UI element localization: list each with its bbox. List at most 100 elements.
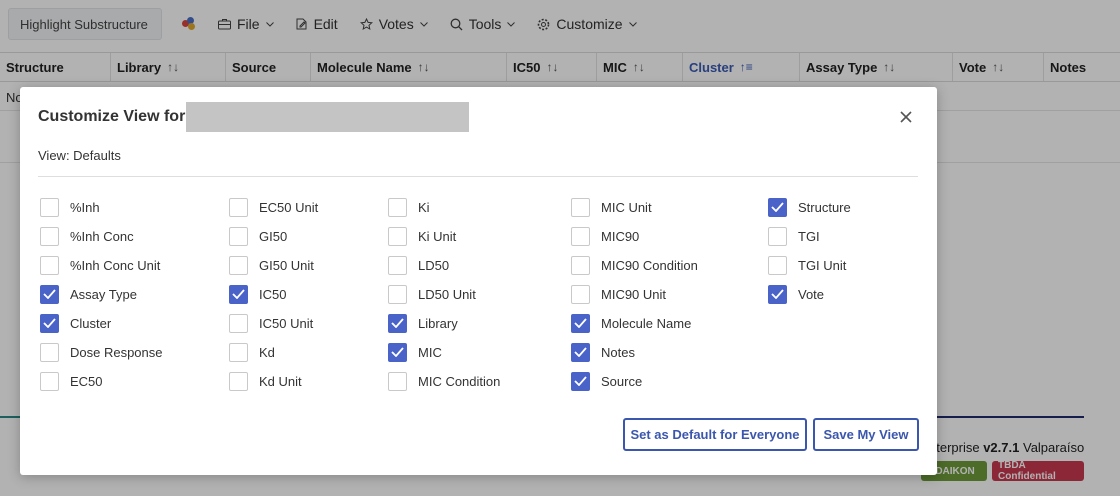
column-option[interactable]: LD50 [388,255,449,275]
column-option-label: LD50 Unit [418,286,476,302]
column-option[interactable]: GI50 [229,226,287,246]
column-option-label: LD50 [418,257,450,273]
checkbox[interactable] [229,342,248,362]
check-icon [43,289,56,299]
check-icon [771,289,784,299]
checkbox[interactable] [768,226,787,246]
checkbox[interactable] [571,226,590,246]
column-option-label: MIC90 Condition [601,257,698,273]
column-option-label: %Inh Conc Unit [70,257,161,273]
column-option[interactable]: Source [571,371,642,391]
checkbox[interactable] [768,284,787,304]
column-option-label: Library [418,315,458,331]
checkbox[interactable] [229,284,248,304]
column-option[interactable]: EC50 [40,371,103,391]
set-default-button[interactable]: Set as Default for Everyone [623,418,807,451]
column-option-label: MIC90 Unit [601,286,667,302]
checkbox[interactable] [40,342,59,362]
check-icon [574,376,587,386]
column-option[interactable]: IC50 Unit [229,313,313,333]
column-option-label: MIC90 [601,228,640,244]
checkbox[interactable] [388,255,407,275]
column-option-label: IC50 Unit [259,315,314,331]
column-option-label: GI50 [259,228,288,244]
column-option[interactable]: MIC90 Unit [571,284,666,304]
check-icon [574,318,587,328]
column-option-label: MIC [418,344,442,360]
check-icon [391,347,404,357]
column-option[interactable]: Cluster [40,313,111,333]
column-option[interactable]: MIC90 [571,226,639,246]
column-option[interactable]: TGI Unit [768,255,846,275]
checkbox[interactable] [388,342,407,362]
close-button[interactable] [898,109,914,125]
column-option-label: MIC Condition [418,373,501,389]
checkbox[interactable] [229,197,248,217]
checkbox[interactable] [571,197,590,217]
column-option[interactable]: MIC90 Condition [571,255,698,275]
check-icon [391,318,404,328]
column-option-label: Assay Type [70,286,137,302]
column-option[interactable]: %Inh Conc Unit [40,255,160,275]
save-view-button[interactable]: Save My View [813,418,919,451]
column-option[interactable]: Ki Unit [388,226,456,246]
column-option-label: EC50 [70,373,103,389]
checkbox[interactable] [40,371,59,391]
checkbox[interactable] [229,313,248,333]
checkbox[interactable] [40,226,59,246]
checkbox[interactable] [388,197,407,217]
column-option-label: %Inh Conc [70,228,134,244]
checkbox[interactable] [388,313,407,333]
check-icon [771,202,784,212]
checkbox[interactable] [388,284,407,304]
column-option[interactable]: GI50 Unit [229,255,314,275]
checkbox[interactable] [571,342,590,362]
checkbox[interactable] [571,371,590,391]
checkbox[interactable] [768,255,787,275]
column-option[interactable]: %Inh Conc [40,226,134,246]
column-option[interactable]: Library [388,313,458,333]
column-option[interactable]: Kd [229,342,275,362]
check-icon [43,318,56,328]
close-icon [900,111,912,123]
column-option-label: Dose Response [70,344,163,360]
checkbox[interactable] [229,255,248,275]
checkbox[interactable] [40,313,59,333]
column-option-label: Notes [601,344,635,360]
column-option[interactable]: MIC Condition [388,371,500,391]
column-option[interactable]: Assay Type [40,284,137,304]
column-option[interactable]: IC50 [229,284,286,304]
column-option[interactable]: LD50 Unit [388,284,476,304]
column-option-label: Ki [418,199,430,215]
column-option[interactable]: TGI [768,226,820,246]
checkbox[interactable] [768,197,787,217]
column-option[interactable]: Ki [388,197,430,217]
column-option[interactable]: MIC [388,342,442,362]
column-option[interactable]: MIC Unit [571,197,652,217]
checkbox[interactable] [229,371,248,391]
dialog-divider [38,176,918,177]
column-option[interactable]: Molecule Name [571,313,691,333]
column-option[interactable]: Dose Response [40,342,163,362]
checkbox[interactable] [388,226,407,246]
column-option[interactable]: %Inh [40,197,100,217]
checkbox[interactable] [388,371,407,391]
column-option-label: %Inh [70,199,100,215]
view-label: View: Defaults [38,148,121,163]
column-option[interactable]: EC50 Unit [229,197,318,217]
column-option[interactable]: Vote [768,284,824,304]
column-option-label: MIC Unit [601,199,652,215]
column-option-label: Ki Unit [418,228,457,244]
checkbox[interactable] [229,226,248,246]
checkbox[interactable] [571,313,590,333]
column-option[interactable]: Notes [571,342,635,362]
checkbox[interactable] [40,197,59,217]
checkbox[interactable] [40,284,59,304]
checkbox[interactable] [571,284,590,304]
checkbox[interactable] [571,255,590,275]
column-option[interactable]: Structure [768,197,851,217]
column-option-label: Source [601,373,643,389]
checkbox[interactable] [40,255,59,275]
column-option[interactable]: Kd Unit [229,371,302,391]
column-option-label: Kd [259,344,275,360]
